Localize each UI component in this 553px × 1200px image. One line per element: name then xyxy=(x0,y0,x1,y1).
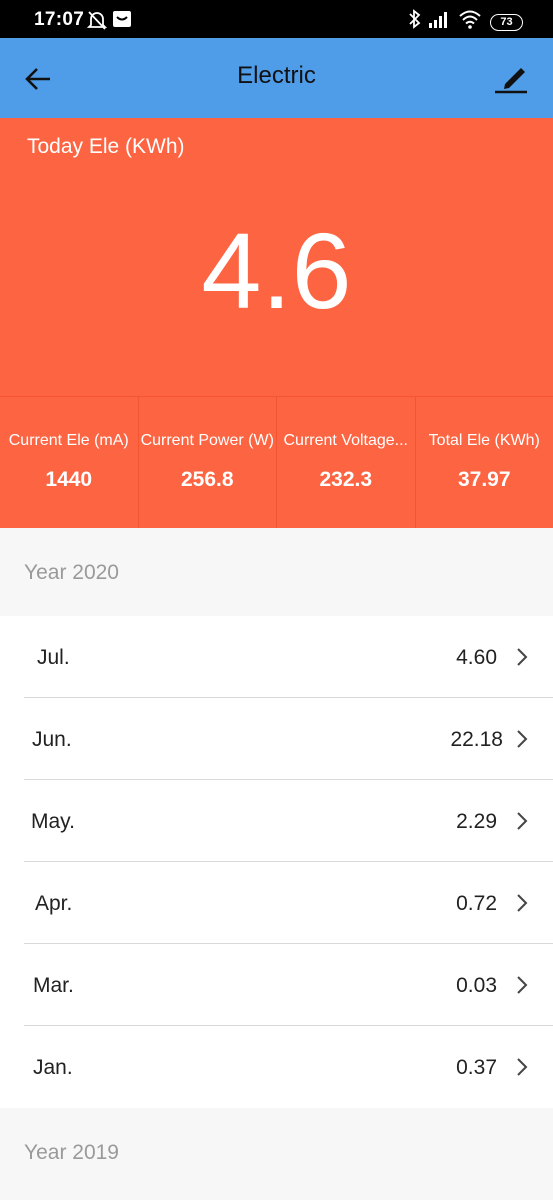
stat-current-voltage: Current Voltage... 232.3 xyxy=(277,397,416,528)
month-list: Jul. 4.60 Jun. 22.18 May. 2.29 Apr. 0.72… xyxy=(0,616,553,1108)
stat-value: 37.97 xyxy=(457,468,511,491)
year-header-2020: Year 2020 xyxy=(0,528,553,616)
stat-current-power: Current Power (W) 256.8 xyxy=(139,397,277,528)
stat-value: 256.8 xyxy=(180,468,234,491)
stat-label: Current Power (W) xyxy=(140,432,274,449)
stat-label: Total Ele (KWh) xyxy=(428,432,540,449)
month-value: 0.72 xyxy=(456,892,497,915)
stat-label: Current Ele (mA) xyxy=(8,432,129,449)
today-energy-panel: Today Ele (KWh) 4.6 xyxy=(0,118,553,396)
stats-row: Current Ele (mA) 1440 Current Power (W) … xyxy=(0,396,553,528)
status-time: 17:07 xyxy=(34,9,85,30)
edit-pen-icon[interactable] xyxy=(491,58,531,98)
stat-label: Current Voltage... xyxy=(283,432,408,449)
today-energy-label: Today Ele (KWh) xyxy=(27,135,185,158)
month-value: 0.03 xyxy=(456,974,497,997)
month-row-apr[interactable]: Apr. 0.72 xyxy=(0,862,553,944)
wifi-icon xyxy=(459,10,481,29)
stat-total-ele: Total Ele (KWh) 37.97 xyxy=(416,397,553,528)
status-bar: 17:07 73 xyxy=(0,0,553,38)
month-row-jul[interactable]: Jul. 4.60 xyxy=(0,616,553,698)
chevron-right-icon xyxy=(517,894,528,912)
year-header-2019[interactable]: Year 2019 xyxy=(0,1108,553,1200)
month-row-jun[interactable]: Jun. 22.18 xyxy=(0,698,553,780)
page-title: Electric xyxy=(237,62,316,89)
month-label: Jan. xyxy=(33,1056,73,1079)
today-energy-value: 4.6 xyxy=(201,210,352,331)
bluetooth-icon xyxy=(409,9,421,29)
alarm-off-icon xyxy=(86,11,108,30)
month-label: Apr. xyxy=(35,892,73,915)
month-label: May. xyxy=(31,810,75,833)
signal-icon xyxy=(429,12,447,28)
year-label: Year 2020 xyxy=(24,561,119,584)
month-row-may[interactable]: May. 2.29 xyxy=(0,780,553,862)
month-row-mar[interactable]: Mar. 0.03 xyxy=(0,944,553,1026)
chevron-right-icon xyxy=(517,648,528,666)
message-icon xyxy=(113,11,131,27)
chevron-right-icon xyxy=(517,1058,528,1076)
chevron-right-icon xyxy=(517,730,528,748)
stat-current-ele: Current Ele (mA) 1440 xyxy=(0,397,139,528)
month-label: Jul. xyxy=(37,646,70,669)
month-row-jan[interactable]: Jan. 0.37 xyxy=(0,1026,553,1108)
month-value: 4.60 xyxy=(456,646,497,669)
chevron-right-icon xyxy=(517,812,528,830)
chevron-right-icon xyxy=(517,976,528,994)
month-label: Mar. xyxy=(33,974,74,997)
stat-value: 1440 xyxy=(45,468,93,491)
battery-icon: 73 xyxy=(490,14,523,31)
month-label: Jun. xyxy=(32,728,72,751)
app-bar: Electric xyxy=(0,38,553,118)
month-value: 22.18 xyxy=(450,728,503,751)
stat-value: 232.3 xyxy=(319,468,373,491)
month-value: 0.37 xyxy=(456,1056,497,1079)
month-value: 2.29 xyxy=(456,810,497,833)
year-label: Year 2019 xyxy=(24,1141,119,1164)
